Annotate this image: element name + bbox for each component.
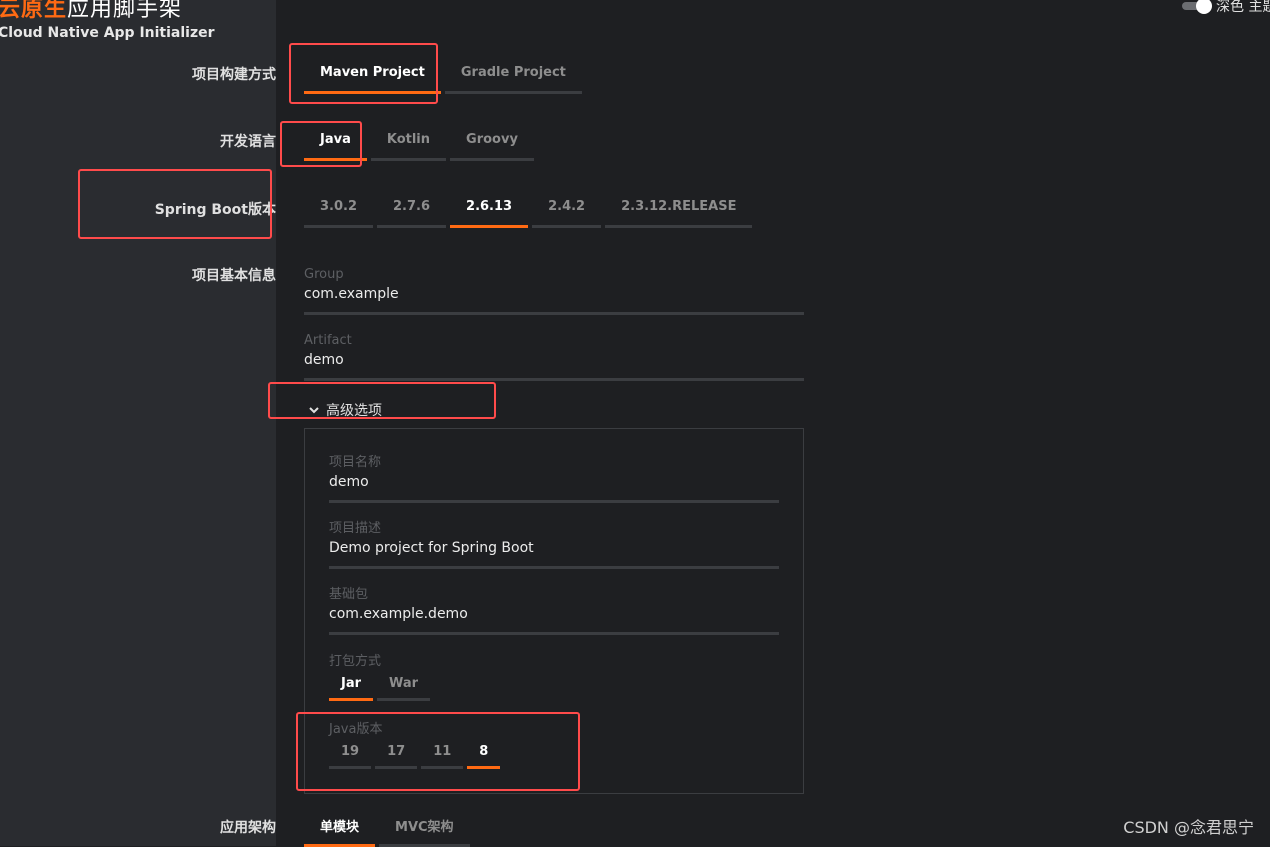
language-tab[interactable]: Kotlin [370,121,447,161]
base-package-input[interactable] [329,606,779,635]
sidebar: 云原生应用脚手架 Cloud Native App Initializer 项目… [0,0,276,846]
brand-accent: 云原生 [0,0,68,22]
packaging-tab[interactable]: Jar [329,669,374,701]
chevron-down-icon [309,407,319,414]
spring-boot-tabs: 3.0.2 2.7.6 2.6.13 2.4.2 2.3.12.RELEASE [304,188,753,228]
theme-label: 深色 主题 [1216,0,1270,15]
java-version-tabs: 19 17 11 8 [329,737,501,769]
architecture-tabs: 单模块 MVC架构 [304,807,470,847]
label-architecture: 应用架构 [220,820,276,836]
project-description-label: 项目描述 [329,521,382,536]
label-language: 开发语言 [220,134,276,150]
theme-switch[interactable] [1182,0,1212,14]
spring-boot-version-tab[interactable]: 2.4.2 [532,188,602,228]
spring-boot-version-tab[interactable]: 2.3.12.RELEASE [605,188,753,228]
java-version-tab[interactable]: 19 [329,737,372,769]
label-project-info: 项目基本信息 [192,268,276,284]
theme-switch-knob [1196,0,1212,14]
java-version-tab[interactable]: 17 [375,737,418,769]
packaging-field: 打包方式 [329,650,381,669]
group-label: Group [304,267,344,282]
build-tab[interactable]: Maven Project [304,54,441,94]
spring-boot-version-tab[interactable]: 3.0.2 [304,188,374,228]
java-version-tab[interactable]: 8 [467,737,501,769]
group-input[interactable] [304,286,804,315]
brand-title: 云原生应用脚手架 [0,0,182,23]
base-package-label: 基础包 [329,587,369,602]
java-version-field: Java版本 [329,718,382,737]
build-tab[interactable]: Gradle Project [444,54,582,94]
architecture-tab[interactable]: MVC架构 [379,807,470,847]
language-tab[interactable]: Java [304,121,367,161]
java-version-label: Java版本 [329,722,383,737]
group-field: Group [304,267,804,315]
artifact-input[interactable] [304,352,804,381]
packaging-label: 打包方式 [329,654,382,669]
project-name-field: 项目名称 [329,451,779,503]
spring-boot-version-tab[interactable]: 2.7.6 [377,188,447,228]
packaging-tabs: Jar War [329,669,431,701]
project-description-input[interactable] [329,540,779,569]
brand-subtitle: Cloud Native App Initializer [0,25,215,41]
project-description-field: 项目描述 [329,517,779,569]
project-name-label: 项目名称 [329,455,382,470]
artifact-label: Artifact [304,333,352,348]
spring-boot-version-tab[interactable]: 2.6.13 [450,188,529,228]
project-name-input[interactable] [329,474,779,503]
brand-rest: 应用脚手架 [67,0,183,22]
language-tabs: Java Kotlin Groovy [304,121,534,161]
language-tab[interactable]: Groovy [450,121,534,161]
watermark: CSDN @念君思宁 [1123,818,1254,837]
advanced-toggle-label: 高级选项 [326,403,382,419]
label-build: 项目构建方式 [192,67,276,83]
artifact-field: Artifact [304,333,804,381]
label-spring-boot: Spring Boot版本 [154,202,276,218]
advanced-toggle[interactable]: 高级选项 [308,400,382,420]
packaging-tab[interactable]: War [377,669,431,701]
base-package-field: 基础包 [329,583,779,635]
architecture-tab[interactable]: 单模块 [304,807,376,847]
java-version-tab[interactable]: 11 [421,737,464,769]
build-tabs: Maven Project Gradle Project [304,54,582,94]
theme-toggle[interactable]: 深色 主题 [1182,0,1270,16]
